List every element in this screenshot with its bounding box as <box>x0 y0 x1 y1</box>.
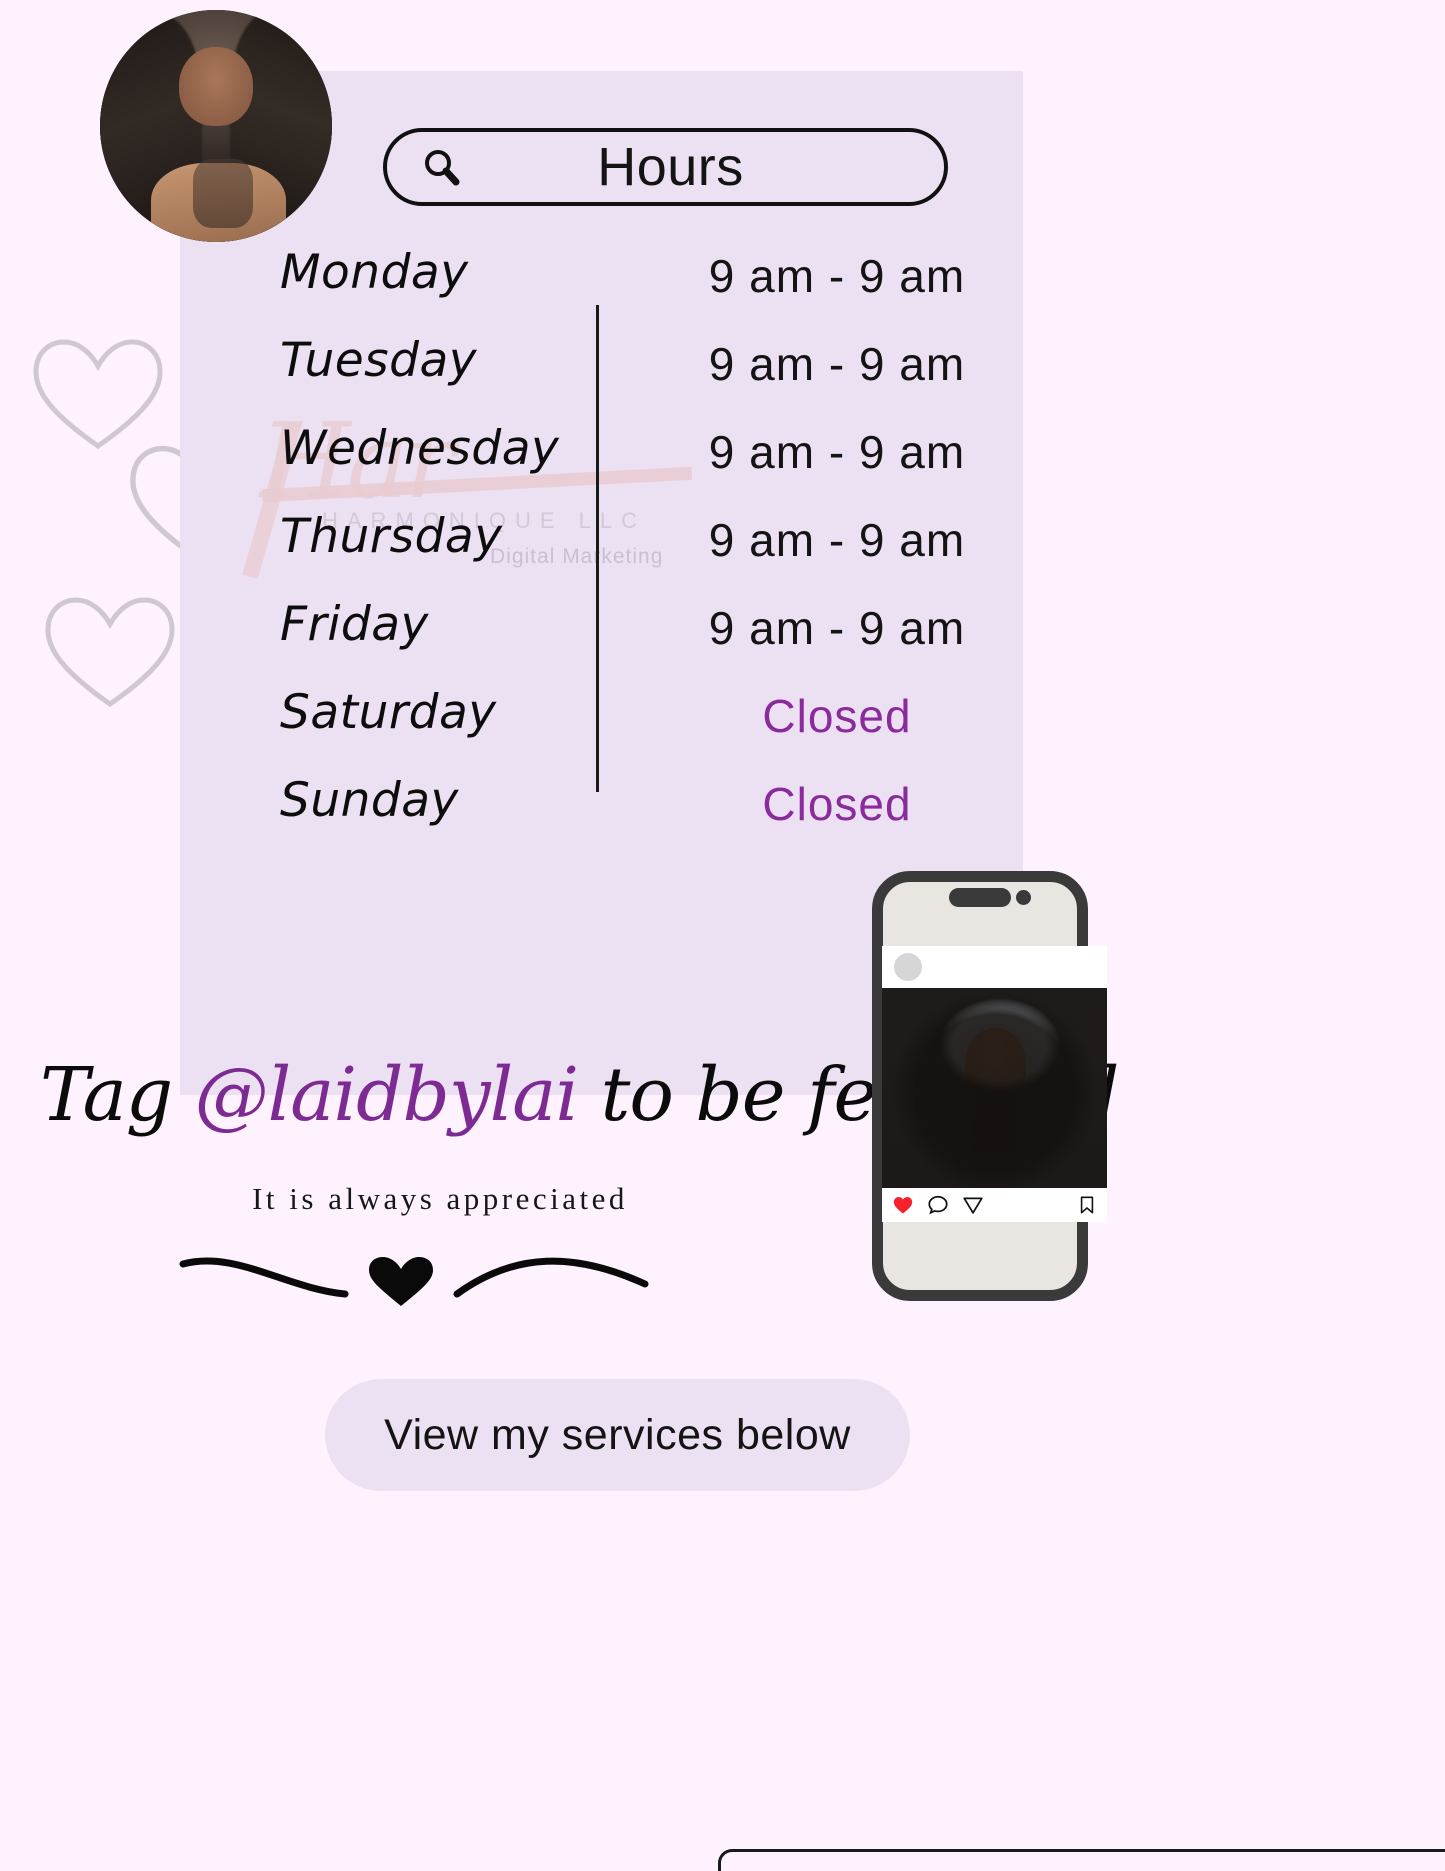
tag-prefix: Tag <box>40 1052 195 1138</box>
day-label: Tuesday <box>280 333 478 388</box>
time-label: 9 am - 9 am <box>708 602 966 654</box>
tag-subtitle: It is always appreciated <box>252 1181 628 1216</box>
phone-notch <box>949 888 1011 907</box>
phone-camera-lens <box>1016 890 1031 905</box>
time-label: 9 am - 9 am <box>708 338 966 390</box>
table-row: Saturday Closed <box>180 685 1023 773</box>
avatar <box>100 10 332 242</box>
comment-icon[interactable] <box>927 1194 949 1216</box>
time-label: 9 am - 9 am <box>708 426 966 478</box>
post-header <box>882 946 1107 988</box>
bookmark-icon[interactable] <box>1077 1195 1097 1215</box>
page-title: Hours <box>597 137 744 197</box>
time-label: Closed <box>762 778 912 830</box>
heart-icon[interactable] <box>892 1194 914 1216</box>
table-row: Wednesday 9 am - 9 am <box>180 421 1023 509</box>
heart-outline-3 <box>45 597 175 708</box>
bottom-frame-decoration <box>718 1849 1445 1871</box>
day-label: Wednesday <box>280 421 560 476</box>
time-label: Closed <box>762 690 912 742</box>
day-label: Sunday <box>280 773 459 828</box>
table-row: Thursday 9 am - 9 am <box>180 509 1023 597</box>
time-label: 9 am - 9 am <box>708 514 966 566</box>
heart-outline-1 <box>33 339 163 450</box>
day-label: Saturday <box>280 685 497 740</box>
tag-featured-line: Tag @laidbylai to be featured <box>40 1052 1119 1138</box>
table-row: Monday 9 am - 9 am <box>180 245 1023 333</box>
hours-search-pill[interactable]: Hours <box>383 128 948 206</box>
view-services-label: View my services below <box>384 1410 851 1459</box>
search-icon <box>419 145 463 189</box>
phone-mockup <box>872 871 1107 1301</box>
instagram-handle[interactable]: @laidbylai <box>195 1052 579 1138</box>
table-row: Friday 9 am - 9 am <box>180 597 1023 685</box>
heart-flourish-divider <box>179 1257 649 1306</box>
table-row: Tuesday 9 am - 9 am <box>180 333 1023 421</box>
time-label: 9 am - 9 am <box>708 250 966 302</box>
day-label: Monday <box>280 245 469 300</box>
post-avatar <box>894 953 922 981</box>
hours-table: Monday 9 am - 9 am Tuesday 9 am - 9 am W… <box>180 245 1023 861</box>
day-label: Friday <box>280 597 429 652</box>
paper-plane-icon[interactable] <box>962 1194 984 1216</box>
post-action-bar <box>882 1188 1107 1222</box>
day-label: Thursday <box>280 509 503 564</box>
instagram-post-card <box>882 946 1107 1222</box>
view-services-button[interactable]: View my services below <box>325 1379 910 1491</box>
table-row: Sunday Closed <box>180 773 1023 861</box>
post-image <box>882 988 1107 1188</box>
